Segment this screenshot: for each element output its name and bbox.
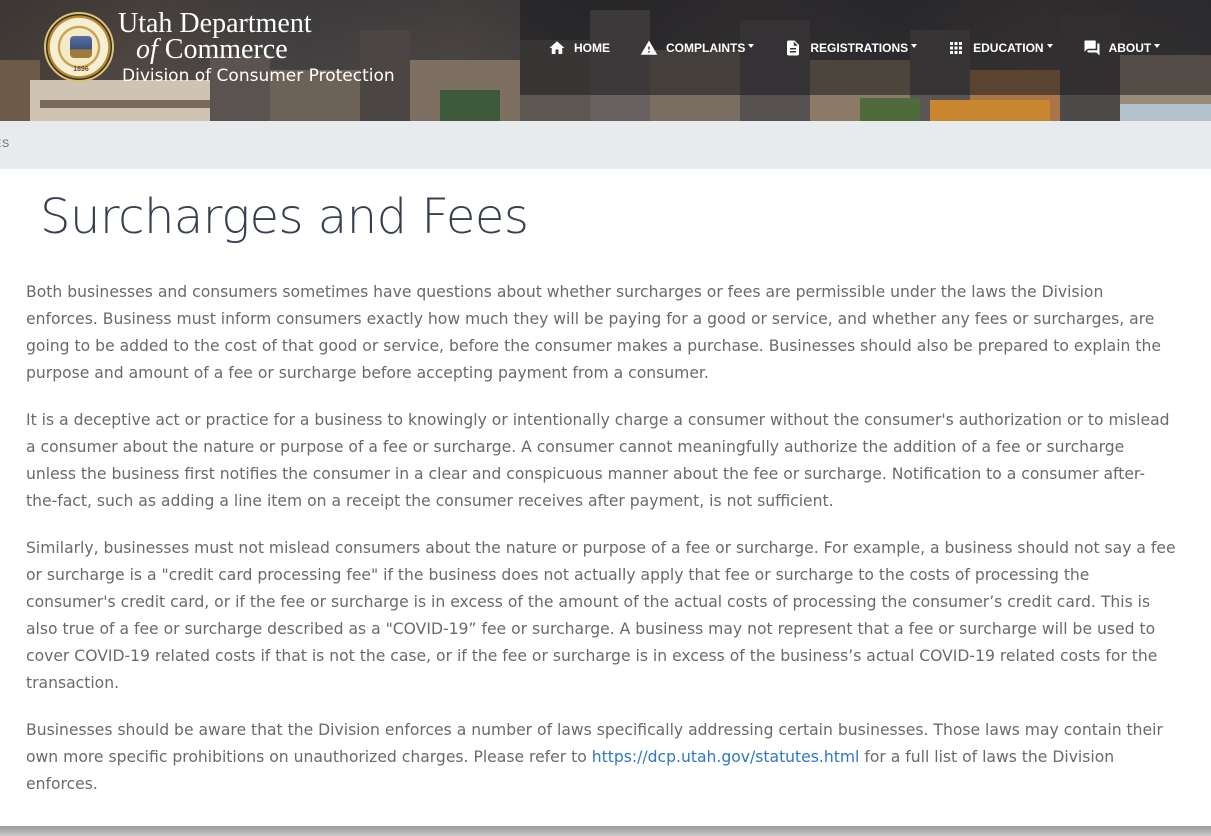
nav-complaints-label: COMPLAINTS <box>666 41 746 55</box>
chevron-down-icon <box>1154 44 1161 48</box>
nav-registrations-label: REGISTRATIONS <box>810 41 909 55</box>
main-content: Surcharges and Fees Both businesses and … <box>0 169 1211 826</box>
main-nav: HOME COMPLAINTS REGISTRATIONS EDUCATION … <box>548 37 1190 59</box>
breadcrumb-bar: ES <box>0 121 1211 169</box>
paragraph-2: It is a deceptive act or practice for a … <box>26 411 1170 510</box>
brand-subtitle: Division of Consumer Protection <box>122 66 395 86</box>
home-icon <box>549 41 565 54</box>
warning-icon <box>640 40 658 55</box>
grid-icon <box>950 42 963 54</box>
seal-year: 1896 <box>73 66 89 73</box>
nav-registrations[interactable]: REGISTRATIONS <box>784 37 918 59</box>
brand-title-of: of <box>136 34 158 65</box>
nav-education[interactable]: EDUCATION <box>947 37 1053 59</box>
breadcrumb[interactable]: ES <box>0 138 10 150</box>
brand-logo[interactable]: 1896 Utah Department of Commerce Divisio… <box>44 10 424 90</box>
nav-about[interactable]: ABOUT <box>1083 37 1161 59</box>
paragraph-3: Similarly, businesses must not mislead c… <box>26 539 1176 692</box>
nav-home-label: HOME <box>574 41 610 55</box>
brand-title-commerce: Commerce <box>157 34 288 65</box>
nav-complaints[interactable]: COMPLAINTS <box>640 37 755 59</box>
paragraph-1: Both businesses and consumers sometimes … <box>26 283 1161 382</box>
nav-home[interactable]: HOME <box>548 37 610 59</box>
document-icon <box>787 40 800 56</box>
site-header: 1896 Utah Department of Commerce Divisio… <box>0 0 1211 121</box>
page-bottom-edge <box>0 826 1211 836</box>
state-seal-icon: 1896 <box>44 12 114 82</box>
nav-about-label: ABOUT <box>1108 41 1152 55</box>
nav-education-label: EDUCATION <box>973 41 1044 55</box>
seal-shield <box>70 36 92 58</box>
brand-title-line2: of Commerce <box>136 36 288 64</box>
paragraph-4: Businesses should be aware that the Divi… <box>26 717 1176 798</box>
chevron-down-icon <box>748 44 755 48</box>
page-title: Surcharges and Fees <box>40 189 529 245</box>
chevron-down-icon <box>1046 44 1053 48</box>
article-body: Both businesses and consumers sometimes … <box>26 279 1176 818</box>
chat-icon <box>1084 40 1100 56</box>
statutes-link[interactable]: https://dcp.utah.gov/statutes.html <box>592 748 860 766</box>
chevron-down-icon <box>911 44 918 48</box>
